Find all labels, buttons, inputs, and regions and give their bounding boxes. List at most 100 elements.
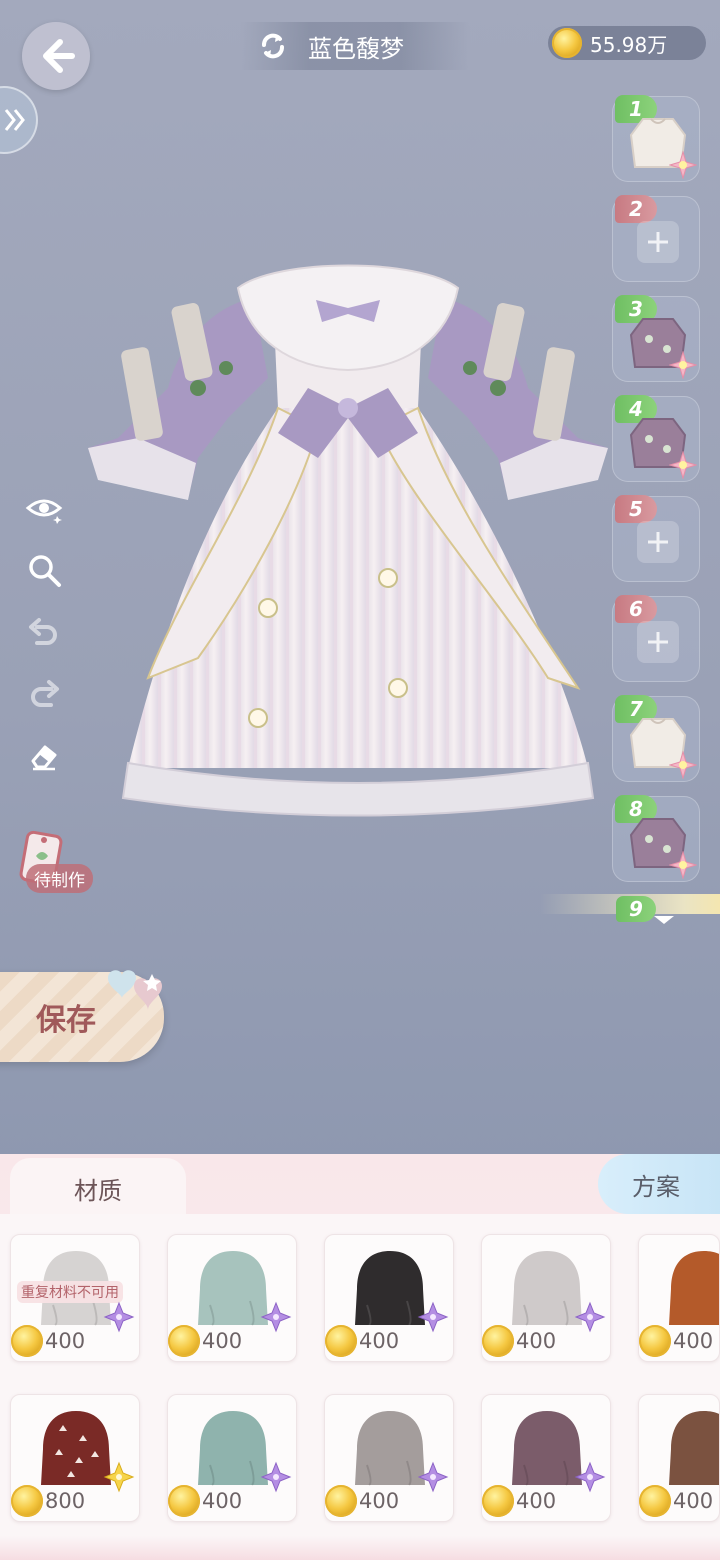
purple-flower-icon bbox=[417, 1301, 449, 1333]
material-tile[interactable]: 400 bbox=[638, 1394, 720, 1522]
add-icon bbox=[637, 221, 679, 263]
design-title: 蓝色馥梦 bbox=[308, 34, 404, 63]
rainbow-star-icon bbox=[669, 451, 697, 479]
material-tile[interactable]: 400 bbox=[167, 1394, 297, 1522]
outfit-slot-8[interactable]: 8 bbox=[612, 795, 700, 882]
fabric-swatch-icon bbox=[669, 1251, 719, 1325]
rainbow-star-icon bbox=[669, 851, 697, 879]
yellow-flower-icon bbox=[103, 1461, 135, 1493]
material-price: 400 bbox=[325, 1325, 399, 1357]
preview-eye-icon[interactable] bbox=[24, 488, 64, 528]
outfit-slot-3[interactable]: 3 bbox=[612, 295, 700, 382]
purple-flower-icon bbox=[260, 1461, 292, 1493]
add-icon bbox=[637, 521, 679, 563]
save-label: 保存 bbox=[36, 1003, 96, 1038]
bottom-fade bbox=[0, 1536, 720, 1560]
material-tile[interactable]: 800 bbox=[10, 1394, 140, 1522]
hearts-decoration-icon bbox=[108, 970, 162, 1010]
refresh-icon[interactable] bbox=[258, 31, 288, 61]
rainbow-star-icon bbox=[669, 751, 697, 779]
rainbow-star-icon bbox=[669, 151, 697, 179]
purple-flower-icon bbox=[574, 1461, 606, 1493]
double-chevron-icon bbox=[4, 109, 25, 131]
redo-icon[interactable] bbox=[24, 674, 64, 714]
material-price: 400 bbox=[482, 1325, 556, 1357]
purple-flower-icon bbox=[103, 1301, 135, 1333]
material-tile[interactable]: 400 bbox=[167, 1234, 297, 1362]
coin-icon bbox=[325, 1325, 357, 1357]
tab-material-label: 材质 bbox=[74, 1176, 122, 1205]
eraser-icon[interactable] bbox=[24, 736, 64, 776]
scroll-down-chevron-icon[interactable] bbox=[654, 916, 674, 924]
design-title-bar[interactable]: 蓝色馥梦 bbox=[240, 22, 470, 70]
price-value: 400 bbox=[673, 1329, 714, 1353]
coin-icon bbox=[325, 1485, 357, 1517]
tab-plan[interactable]: 方案 bbox=[598, 1154, 720, 1214]
expand-sidebar-button[interactable] bbox=[0, 86, 38, 154]
duplicate-warning: 重复材料不可用 bbox=[17, 1281, 123, 1303]
price-value: 400 bbox=[45, 1329, 86, 1353]
back-arrow-icon bbox=[43, 39, 75, 73]
material-tile[interactable]: 400 bbox=[481, 1234, 611, 1362]
slot-number: 2 bbox=[615, 195, 657, 223]
outfit-slot-1[interactable]: 1 bbox=[612, 95, 700, 182]
material-tile[interactable]: 400 bbox=[638, 1234, 720, 1362]
price-value: 400 bbox=[516, 1329, 557, 1353]
material-tile[interactable]: 400 bbox=[324, 1234, 454, 1362]
material-price: 400 bbox=[639, 1485, 713, 1517]
slot-number: 6 bbox=[615, 595, 657, 623]
outfit-slot-6[interactable]: 6 bbox=[612, 595, 700, 682]
coin-icon bbox=[11, 1485, 43, 1517]
price-value: 400 bbox=[673, 1489, 714, 1513]
outfit-slot-5[interactable]: 5 bbox=[612, 495, 700, 582]
add-icon bbox=[637, 621, 679, 663]
back-button[interactable] bbox=[22, 22, 90, 90]
dress-preview[interactable] bbox=[78, 258, 618, 828]
material-price: 400 bbox=[325, 1485, 399, 1517]
material-price: 400 bbox=[11, 1325, 85, 1357]
price-value: 400 bbox=[516, 1489, 557, 1513]
outfit-slot-9[interactable]: 9 bbox=[540, 894, 720, 922]
material-price: 800 bbox=[11, 1485, 85, 1517]
material-price: 400 bbox=[168, 1485, 242, 1517]
undo-icon[interactable] bbox=[24, 612, 64, 652]
outfit-slot-column: 1 2 3 4 5 6 7 8 bbox=[612, 95, 704, 896]
pending-craft-label: 待制作 bbox=[26, 864, 93, 893]
fabric-swatch-icon bbox=[669, 1411, 719, 1485]
currency-amount: 55.98万 bbox=[590, 32, 668, 57]
coin-icon bbox=[482, 1325, 514, 1357]
coin-icon bbox=[11, 1325, 43, 1357]
purple-flower-icon bbox=[260, 1301, 292, 1333]
price-value: 400 bbox=[359, 1489, 400, 1513]
price-value: 800 bbox=[45, 1489, 86, 1513]
outfit-slot-2[interactable]: 2 bbox=[612, 195, 700, 282]
material-price: 400 bbox=[168, 1325, 242, 1357]
tool-column bbox=[24, 488, 64, 798]
outfit-slot-7[interactable]: 7 bbox=[612, 695, 700, 782]
coin-icon bbox=[552, 28, 582, 58]
currency-display[interactable]: 55.98万 bbox=[548, 26, 706, 60]
material-tile[interactable]: 400 bbox=[481, 1394, 611, 1522]
coin-icon bbox=[639, 1485, 671, 1517]
rainbow-star-icon bbox=[669, 351, 697, 379]
coin-icon bbox=[168, 1325, 200, 1357]
material-tile[interactable]: 重复材料不可用 400 bbox=[10, 1234, 140, 1362]
price-value: 400 bbox=[359, 1329, 400, 1353]
slot-number: 9 bbox=[616, 896, 656, 922]
material-price: 400 bbox=[482, 1485, 556, 1517]
slot-number: 5 bbox=[615, 495, 657, 523]
price-value: 400 bbox=[202, 1489, 243, 1513]
tab-plan-label: 方案 bbox=[632, 1172, 680, 1201]
purple-flower-icon bbox=[574, 1301, 606, 1333]
purple-flower-icon bbox=[417, 1461, 449, 1493]
pending-craft-tag[interactable]: 待制作 bbox=[18, 826, 102, 896]
zoom-icon[interactable] bbox=[24, 550, 64, 590]
price-value: 400 bbox=[202, 1329, 243, 1353]
outfit-slot-4[interactable]: 4 bbox=[612, 395, 700, 482]
coin-icon bbox=[168, 1485, 200, 1517]
coin-icon bbox=[639, 1325, 671, 1357]
coin-icon bbox=[482, 1485, 514, 1517]
material-price: 400 bbox=[639, 1325, 713, 1357]
tab-material[interactable]: 材质 bbox=[10, 1158, 186, 1218]
material-tile[interactable]: 400 bbox=[324, 1394, 454, 1522]
